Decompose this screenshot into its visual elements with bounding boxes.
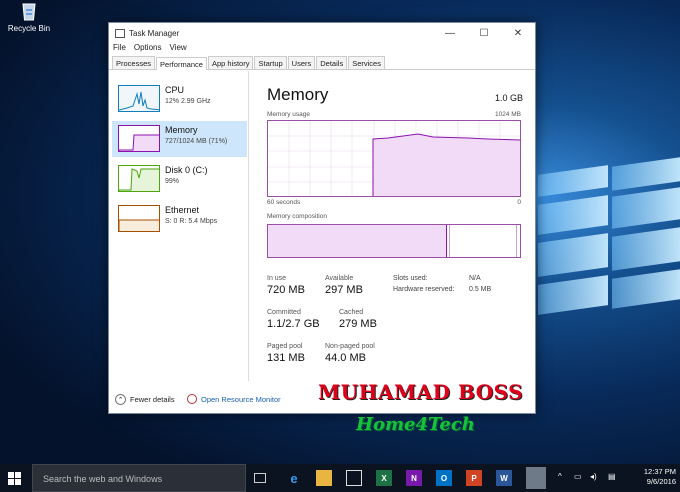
fewer-details-link[interactable]: ⌃ Fewer details (115, 394, 175, 405)
composition-free (516, 225, 520, 257)
resource-disk[interactable]: Disk 0 (C:) 99% (112, 161, 247, 197)
resource-cpu[interactable]: CPU 12% 2.99 GHz (112, 81, 247, 117)
cpu-name: CPU (165, 85, 185, 95)
tab-startup[interactable]: Startup (254, 56, 287, 69)
task-manager-taskbar-icon[interactable] (526, 467, 546, 489)
stat-paged-pool: Paged pool 131 MB (267, 343, 305, 364)
usage-label: Memory usage (267, 111, 310, 118)
time-axis-right: 0 (517, 199, 521, 206)
tab-services[interactable]: Services (348, 56, 385, 69)
minimize-button[interactable]: — (433, 28, 467, 39)
tab-users[interactable]: Users (287, 56, 316, 69)
memory-total: 1.0 GB (494, 93, 523, 103)
menu-file[interactable]: File (113, 43, 126, 56)
excel-icon[interactable]: X (376, 470, 392, 486)
hardware-reserved-value: 0.5 MB (469, 286, 492, 293)
composition-in-use (268, 225, 447, 257)
tab-app-history[interactable]: App history (207, 56, 254, 69)
stat-nonpaged-pool: Non-paged pool 44.0 MB (325, 343, 375, 364)
file-explorer-icon[interactable] (316, 470, 332, 486)
task-manager-window: Task Manager — ☐ ✕ File Options View Pro… (108, 22, 536, 414)
outlook-icon[interactable]: O (436, 470, 452, 486)
memory-name: Memory (165, 125, 198, 135)
disk-thumbnail (118, 165, 160, 192)
memory-usage-graph (267, 120, 521, 197)
task-manager-icon (115, 28, 125, 38)
slots-used-value: N/A (469, 275, 481, 282)
watermark-author: MUHAMAD BOSS (318, 380, 524, 404)
close-button[interactable]: ✕ (501, 28, 535, 39)
composition-label: Memory composition (267, 213, 327, 220)
taskbar-search-box[interactable]: Search the web and Windows (32, 464, 246, 492)
stat-in-use: In use 720 MB (267, 275, 305, 296)
page-title: Memory (267, 85, 329, 104)
window-title: Task Manager (129, 28, 180, 38)
edge-icon[interactable]: e (286, 470, 302, 486)
tab-performance[interactable]: Performance (156, 57, 207, 70)
fewer-details-label: Fewer details (130, 395, 175, 404)
word-icon[interactable]: W (496, 470, 512, 486)
cpu-thumbnail (118, 85, 160, 112)
powerpoint-icon[interactable]: P (466, 470, 482, 486)
ethernet-name: Ethernet (165, 205, 200, 215)
memory-thumbnail (118, 125, 160, 152)
network-icon[interactable]: ▭ (574, 472, 582, 481)
disk-detail: 99% (165, 178, 180, 185)
resource-monitor-label: Open Resource Monitor (201, 394, 281, 404)
title-bar[interactable]: Task Manager — ☐ ✕ (109, 23, 535, 43)
memory-detail: 727/1024 MB (71%) (165, 138, 228, 145)
stat-available: Available 297 MB (325, 275, 363, 296)
tab-bar: Processes Performance App history Startu… (109, 56, 535, 70)
time-axis-left: 60 seconds (267, 199, 301, 206)
resource-monitor-icon (187, 394, 197, 404)
ethernet-thumbnail (118, 205, 160, 232)
search-placeholder: Search the web and Windows (43, 474, 163, 484)
resource-memory[interactable]: Memory 727/1024 MB (71%) (112, 121, 247, 157)
menu-view[interactable]: View (169, 43, 186, 56)
stat-committed: Committed 1.1/2.7 GB (267, 309, 320, 330)
menu-bar: File Options View (109, 43, 535, 56)
cpu-detail: 12% 2.99 GHz (165, 98, 211, 105)
recycle-bin-shortcut[interactable]: Recycle Bin (6, 0, 52, 33)
clock-time: 12:37 PM (643, 467, 676, 476)
disk-name: Disk 0 (C:) (165, 165, 208, 175)
task-view-icon[interactable] (254, 473, 266, 483)
resource-list: CPU 12% 2.99 GHz Memory 727/1024 MB (71%… (109, 71, 249, 381)
ethernet-detail: S: 0 R: 5.4 Mbps (165, 218, 218, 225)
action-center-icon[interactable]: ▤ (608, 472, 616, 481)
watermark-site: Home4Tech (356, 414, 475, 435)
store-icon[interactable] (346, 470, 362, 486)
recycle-bin-icon (18, 0, 40, 22)
windows-wallpaper-logo (530, 157, 680, 330)
volume-icon[interactable]: ◂) (590, 472, 597, 481)
chevron-up-icon: ⌃ (115, 394, 126, 405)
hardware-reserved-label: Hardware reserved: (393, 286, 455, 293)
recycle-bin-label: Recycle Bin (7, 24, 51, 33)
clock-date: 9/6/2016 (646, 477, 676, 486)
slots-used-label: Slots used: (393, 275, 428, 282)
menu-options[interactable]: Options (134, 43, 162, 56)
chevron-up-tray-icon[interactable]: ^ (558, 472, 562, 481)
windows-icon (8, 472, 14, 478)
usage-max-label: 1024 MB (494, 111, 521, 118)
onenote-icon[interactable]: N (406, 470, 422, 486)
resource-ethernet[interactable]: Ethernet S: 0 R: 5.4 Mbps (112, 201, 247, 237)
taskbar: Search the web and Windows e X N O P W ^… (0, 464, 680, 492)
maximize-button[interactable]: ☐ (467, 28, 501, 39)
start-button[interactable] (8, 472, 22, 486)
composition-standby (449, 225, 518, 257)
memory-composition-bar (267, 224, 521, 258)
clock[interactable]: 12:37 PM 9/6/2016 (644, 467, 676, 487)
stat-cached: Cached 279 MB (339, 309, 377, 330)
open-resource-monitor-link[interactable]: Open Resource Monitor (187, 394, 281, 404)
tab-processes[interactable]: Processes (112, 56, 156, 69)
tab-details[interactable]: Details (316, 56, 348, 69)
